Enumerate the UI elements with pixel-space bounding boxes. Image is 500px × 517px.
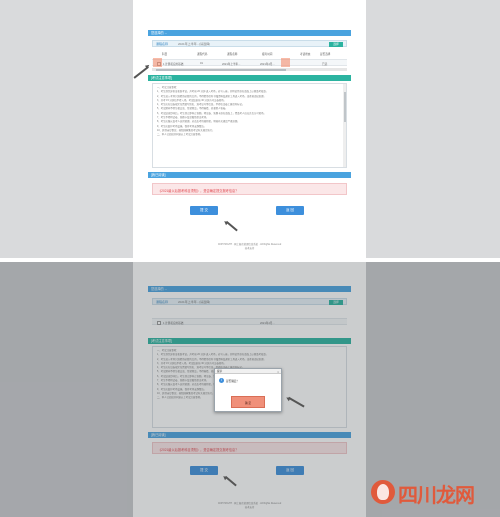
notice-title-bar: [考试注意事项] — [148, 75, 351, 81]
row-select: 已选 — [322, 63, 328, 66]
col-subject: 科目 — [162, 53, 168, 56]
col-name: 课程名称 — [227, 53, 238, 56]
footer-support: 技术支持 — [244, 247, 255, 250]
watermark-text: 四川龙网 — [398, 483, 475, 507]
warning-text: 《2021级以后报考科目须知》，是否确定提交报考信息？ — [158, 188, 239, 193]
agree-bar: [我已阅读] — [148, 172, 351, 178]
col-code: 课程代码 — [197, 53, 208, 56]
row-code: 01 — [200, 62, 203, 65]
section-header: 您选择的 ... — [151, 31, 168, 35]
warning-box: 《2021级以后报考科目须知》，是否确定提交报考信息？ — [152, 183, 347, 195]
checkbox-highlight — [153, 58, 162, 67]
col-status: 考试状态 — [300, 53, 311, 56]
course-search-row: 课程名称 2021年上半年...(请选择) 选择 — [152, 40, 347, 47]
info-icon: i — [219, 378, 224, 383]
confirm-dialog: 提示 × i 是否确定？ 确 定 — [214, 368, 282, 412]
row-subject: 1 计算机应用基础 — [163, 63, 184, 66]
table-row: 1 计算机应用基础 01 2021年上半年... 2021年4月... 已选 — [152, 59, 347, 66]
col-select: 是否选择 — [320, 53, 331, 56]
notice-textarea[interactable]: 一、考试注意事项： 1、考生须凭身份证和准考证，开考前 20 分钟 进入考场，对… — [152, 83, 347, 168]
table-scrollbar[interactable] — [152, 68, 347, 71]
table-header: 科目 课程代码 课程名称 报考时间 考试状态 是否选择 — [152, 52, 347, 57]
back-button[interactable]: 返 回 — [276, 206, 304, 215]
course-search-input[interactable]: 2021年上半年...(请选择) — [178, 42, 210, 46]
watermark-logo-icon — [371, 480, 395, 504]
col-time: 报考时间 — [262, 53, 273, 56]
footer: COPYRIGHT · 网上报名管理信息系统 · All Rights Rese… — [133, 243, 366, 251]
notice-title: [考试注意事项] — [151, 76, 172, 80]
row-name: 2021年上半年... — [222, 63, 241, 66]
top-screenshot-panel: 您选择的 ... 课程名称 2021年上半年...(请选择) 选择 科目 课程代… — [0, 0, 500, 258]
section-header-bar: 您选择的 ... — [148, 30, 351, 36]
submit-button[interactable]: 提 交 — [190, 206, 218, 215]
row-time: 2021年4月... — [260, 63, 275, 66]
dialog-ok-button[interactable]: 确 定 — [231, 396, 265, 408]
status-highlight — [281, 58, 290, 67]
watermark: 四川龙网 — [371, 478, 475, 507]
notice-line: 二、本人已阅读并同意以上考试注意事项。 — [157, 133, 203, 137]
notice-scrollbar[interactable] — [343, 84, 346, 167]
notice-scrollbar-thumb[interactable] — [343, 92, 346, 122]
course-select-button[interactable]: 选择 — [329, 42, 343, 47]
agree-label: [我已阅读] — [151, 173, 166, 177]
dialog-title: 提示 — [215, 369, 281, 374]
course-search-label: 课程名称 — [156, 42, 169, 46]
dialog-message: 是否确定？ — [226, 380, 239, 383]
scrollbar-thumb[interactable] — [156, 68, 286, 71]
dialog-close-icon[interactable]: × — [277, 370, 279, 374]
